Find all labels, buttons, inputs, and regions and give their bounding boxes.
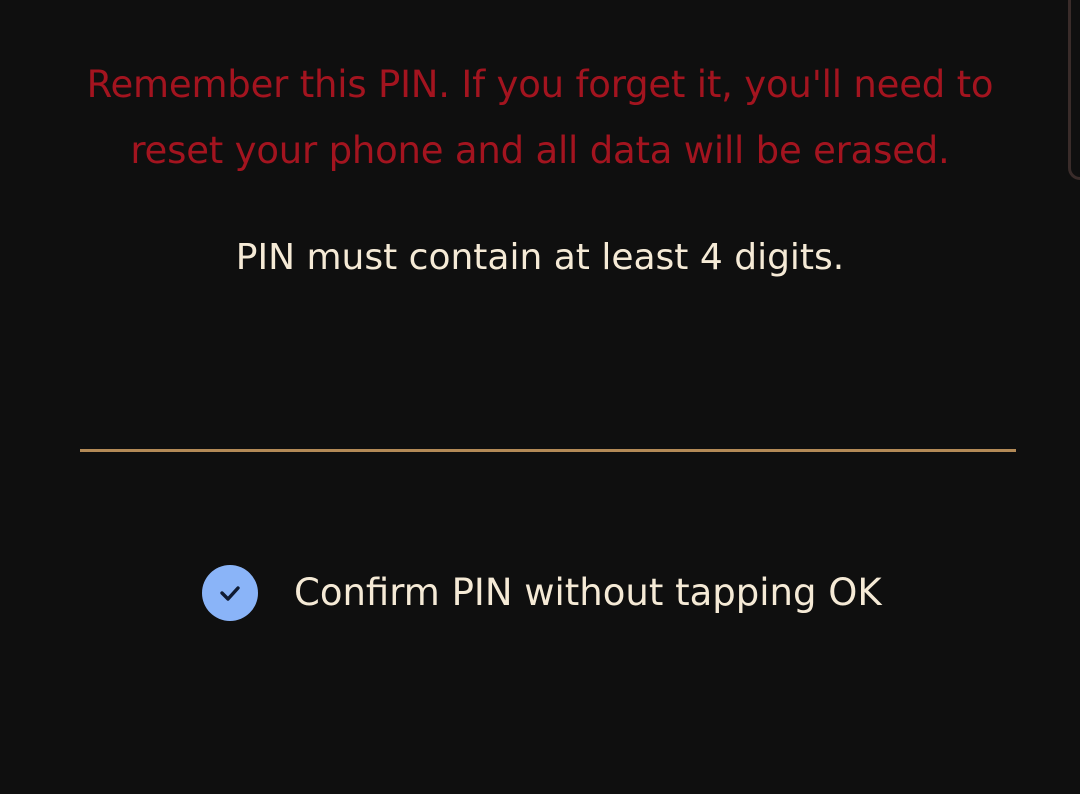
pin-input[interactable] — [80, 380, 1016, 452]
pin-warning-line-2: reset your phone and all data will be er… — [130, 129, 950, 172]
pin-warning-message: Remember this PIN. If you forget it, you… — [60, 52, 1020, 184]
confirm-checkbox[interactable] — [202, 565, 258, 621]
pin-setup-screen: Remember this PIN. If you forget it, you… — [0, 0, 1080, 794]
confirm-option-label: Confirm PIN without tapping OK — [294, 571, 882, 614]
pin-requirement-hint: PIN must contain at least 4 digits. — [235, 237, 845, 278]
confirm-without-ok-option[interactable]: Confirm PIN without tapping OK — [202, 562, 882, 624]
scroll-edge-indicator — [1068, 0, 1080, 180]
pin-warning-line-1: Remember this PIN. If you forget it, you… — [86, 63, 994, 106]
checkmark-icon — [220, 586, 240, 601]
pin-input-underline — [80, 449, 1016, 452]
